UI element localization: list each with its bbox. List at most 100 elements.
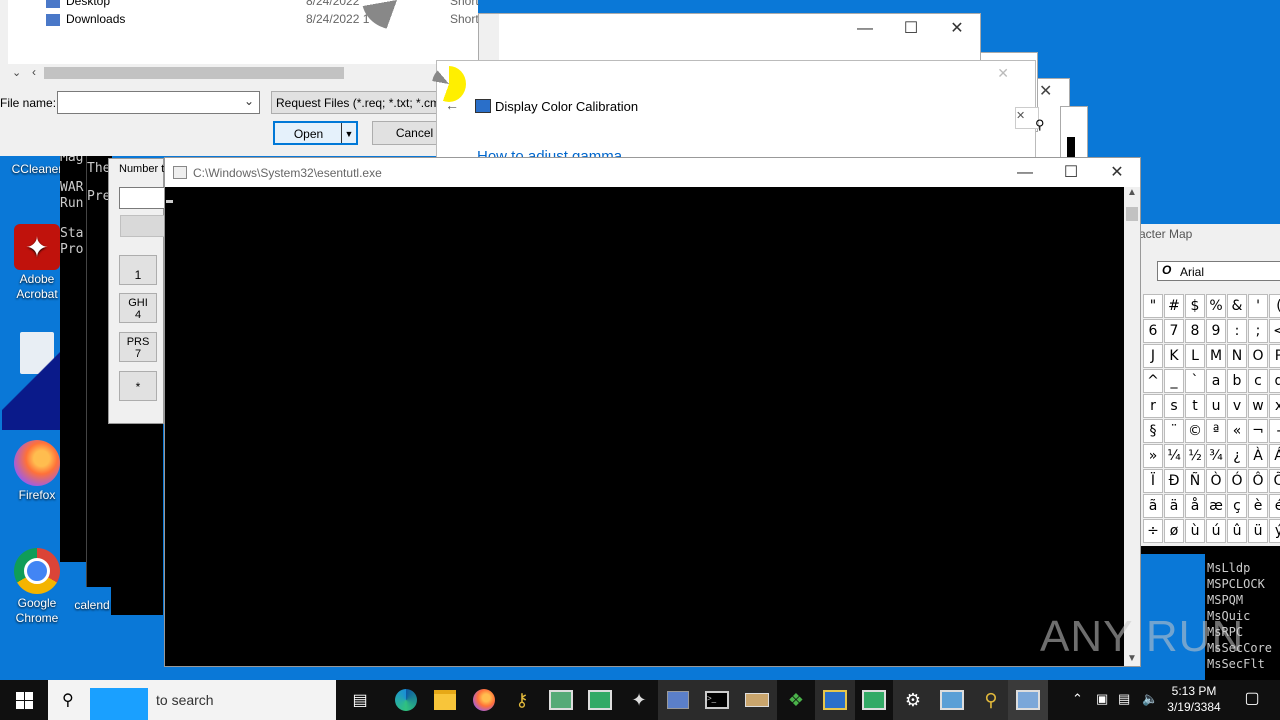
search-icon[interactable]: ⚲	[1035, 117, 1055, 137]
numpad-key-4[interactable]: GHI 4	[119, 293, 157, 323]
char-cell[interactable]: ^	[1143, 369, 1163, 393]
display-color-calibration-window[interactable]: ✕ ← Display Color Calibration How to adj…	[436, 60, 1045, 165]
numpad-window[interactable]: Number t 1 GHI 4 PRS 7 *	[108, 158, 167, 424]
char-cell[interactable]: w	[1248, 394, 1268, 418]
char-cell[interactable]: $	[1185, 294, 1205, 318]
close-icon[interactable]: ✕	[1039, 81, 1052, 101]
char-cell[interactable]: :	[1227, 319, 1247, 343]
char-cell[interactable]: t	[1185, 394, 1205, 418]
char-cell[interactable]: ©	[1185, 419, 1205, 443]
close-button[interactable]: ✕	[1094, 158, 1140, 187]
taskbar-edge[interactable]	[386, 680, 426, 720]
horizontal-scrollbar[interactable]: ⌄ ‹	[8, 64, 478, 82]
char-cell[interactable]: _	[1164, 369, 1184, 393]
background-window-2[interactable]	[1060, 106, 1088, 158]
char-cell[interactable]: (	[1269, 294, 1280, 318]
file-name-combobox[interactable]: ⌄	[57, 91, 260, 114]
char-cell[interactable]: O	[1248, 344, 1268, 368]
char-cell[interactable]: ¿	[1227, 444, 1247, 468]
char-cell[interactable]: Ô	[1248, 469, 1268, 493]
taskbar-app-7[interactable]	[932, 680, 972, 720]
taskbar-app-window-1[interactable]	[541, 680, 581, 720]
network-icon[interactable]: ▤	[1118, 691, 1130, 707]
maximize-button[interactable]: ☐	[1048, 158, 1094, 187]
taskbar-search-app[interactable]: ⚲	[971, 680, 1011, 720]
char-cell[interactable]: è	[1248, 494, 1268, 518]
char-cell[interactable]: ½	[1185, 444, 1205, 468]
char-cell[interactable]: ã	[1143, 494, 1163, 518]
char-cell[interactable]: ù	[1185, 519, 1205, 543]
minimize-button[interactable]: —	[1002, 158, 1048, 187]
taskbar-app-6[interactable]	[854, 680, 894, 720]
char-cell[interactable]: -	[1269, 419, 1280, 443]
char-cell[interactable]: ú	[1206, 519, 1226, 543]
chevron-up-icon[interactable]: ⌃	[1072, 691, 1083, 707]
scroll-thumb[interactable]	[1126, 207, 1138, 221]
char-cell[interactable]: 9	[1206, 319, 1226, 343]
taskbar-console[interactable]: >_	[697, 680, 737, 720]
scroll-down-arrow-icon[interactable]: ⌄	[12, 66, 21, 79]
char-cell[interactable]: «	[1227, 419, 1247, 443]
char-cell[interactable]: J	[1143, 344, 1163, 368]
char-cell[interactable]: Ð	[1164, 469, 1184, 493]
start-button[interactable]	[4, 680, 44, 720]
char-cell[interactable]: é	[1269, 494, 1280, 518]
char-cell[interactable]: L	[1185, 344, 1205, 368]
char-cell[interactable]: P	[1269, 344, 1280, 368]
notifications-button[interactable]: ▢	[1232, 680, 1272, 720]
char-cell[interactable]: û	[1227, 519, 1247, 543]
char-cell[interactable]: À	[1248, 444, 1268, 468]
close-button[interactable]: ✕	[934, 14, 980, 44]
char-cell[interactable]: ÷	[1143, 519, 1163, 543]
scroll-thumb[interactable]	[44, 67, 344, 79]
char-cell[interactable]: %	[1206, 294, 1226, 318]
char-cell[interactable]: a	[1206, 369, 1226, 393]
char-cell[interactable]: c	[1248, 369, 1268, 393]
title-bar[interactable]: C:\Windows\System32\esentutl.exe — ☐ ✕	[165, 158, 1140, 187]
taskbar-app-3[interactable]: ✦	[619, 680, 659, 720]
scroll-left-arrow-icon[interactable]: ‹	[32, 65, 36, 79]
taskbar-search-box[interactable]: ⚲ to search	[48, 680, 336, 720]
char-cell[interactable]: s	[1164, 394, 1184, 418]
close-icon[interactable]: ✕	[1016, 110, 1025, 122]
maximize-button[interactable]: ☐	[888, 14, 934, 44]
taskbar-keys-app[interactable]: ⚷	[502, 680, 542, 720]
char-cell[interactable]: <	[1269, 319, 1280, 343]
char-cell[interactable]: ç	[1227, 494, 1247, 518]
char-cell[interactable]: &	[1227, 294, 1247, 318]
character-map-window[interactable]: acter Map O Arial "#$%&'(6789:;<JKLMNOP^…	[1138, 224, 1280, 554]
open-dropdown-icon[interactable]: ▼	[341, 123, 356, 143]
taskbar-display-app[interactable]	[815, 680, 855, 720]
numpad-input[interactable]	[119, 187, 167, 209]
char-cell[interactable]: ø	[1164, 519, 1184, 543]
char-cell[interactable]: ä	[1164, 494, 1184, 518]
char-cell[interactable]: "	[1143, 294, 1163, 318]
task-view-button[interactable]: ▤	[340, 680, 380, 720]
taskbar-app-window-2[interactable]	[580, 680, 620, 720]
char-cell[interactable]: Ñ	[1185, 469, 1205, 493]
char-cell[interactable]: ¬	[1248, 419, 1268, 443]
char-cell[interactable]: d	[1269, 369, 1280, 393]
char-cell[interactable]: 8	[1185, 319, 1205, 343]
taskbar-app-5[interactable]: ❖	[776, 680, 816, 720]
char-cell[interactable]: 6	[1143, 319, 1163, 343]
char-cell[interactable]: Ï	[1143, 469, 1163, 493]
char-cell[interactable]: ;	[1248, 319, 1268, 343]
char-cell[interactable]: `	[1185, 369, 1205, 393]
char-cell[interactable]: r	[1143, 394, 1163, 418]
tray-app-icon[interactable]: ▣	[1096, 691, 1108, 707]
file-type-filter[interactable]: Request Files (*.req; *.txt; *.cm	[271, 91, 441, 114]
taskbar-scanner-app[interactable]	[737, 680, 777, 720]
char-cell[interactable]: N	[1227, 344, 1247, 368]
char-cell[interactable]: #	[1164, 294, 1184, 318]
scroll-up-arrow-icon[interactable]: ▲	[1127, 187, 1137, 198]
taskbar-app-8[interactable]	[1008, 680, 1048, 720]
char-cell[interactable]: 7	[1164, 319, 1184, 343]
char-cell[interactable]: v	[1227, 394, 1247, 418]
taskbar-settings[interactable]: ⚙	[893, 680, 933, 720]
char-cell[interactable]: å	[1185, 494, 1205, 518]
taskbar-clock[interactable]: 5:13 PM 3/19/3384	[1166, 683, 1222, 715]
taskbar-app-4[interactable]	[658, 680, 698, 720]
char-cell[interactable]: K	[1164, 344, 1184, 368]
char-cell[interactable]: æ	[1206, 494, 1226, 518]
